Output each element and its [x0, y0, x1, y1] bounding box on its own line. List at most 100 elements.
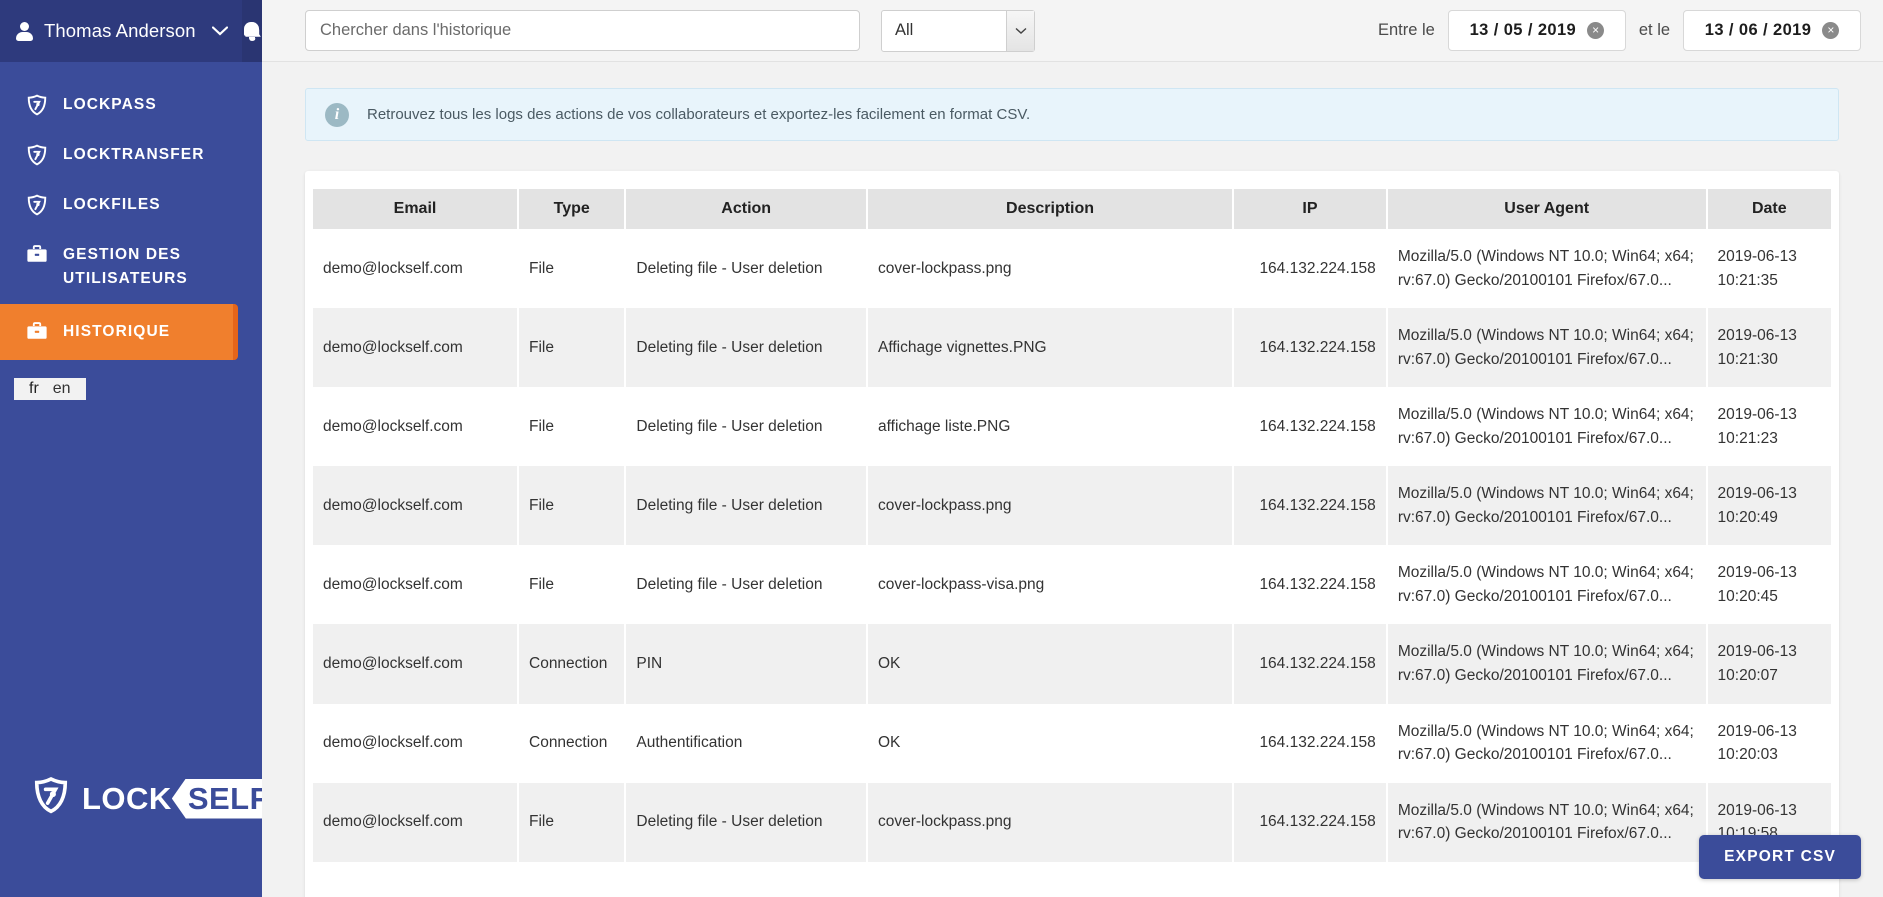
cell-type: File [518, 783, 625, 862]
main-area: All Entre le 13 / 05 / 2019 × et le 13 /… [262, 0, 1883, 897]
cell-email: demo@lockself.com [313, 387, 518, 466]
cell-description: OK [867, 624, 1233, 703]
table-row[interactable]: demo@lockself.comFileDeleting file - Use… [313, 308, 1831, 387]
cell-type: File [518, 545, 625, 624]
cell-type: File [518, 308, 625, 387]
date-to-field[interactable]: 13 / 06 / 2019 × [1683, 10, 1861, 51]
sidebar-item-label: LOCKPASS [63, 93, 157, 117]
type-filter-value: All [882, 21, 1006, 40]
cell-type: File [518, 466, 625, 545]
cell-action: Deleting file - User deletion [625, 229, 867, 308]
cell-date: 2019-06-13 10:20:03 [1707, 704, 1832, 783]
briefcase-icon [26, 244, 48, 264]
lockself-logo: LOCK SELF [32, 776, 278, 821]
table-row[interactable]: demo@lockself.comFileDeleting file - Use… [313, 783, 1831, 862]
cell-action: Deleting file - User deletion [625, 545, 867, 624]
cell-user-agent: Mozilla/5.0 (Windows NT 10.0; Win64; x64… [1387, 704, 1707, 783]
cell-email: demo@lockself.com [313, 229, 518, 308]
notifications-button[interactable] [242, 0, 262, 62]
cell-description: OK [867, 704, 1233, 783]
table-row[interactable]: demo@lockself.comFileDeleting file - Use… [313, 229, 1831, 308]
cell-type: Connection [518, 624, 625, 703]
info-banner: i Retrouvez tous les logs des actions de… [305, 88, 1839, 141]
sidebar-item-lockfiles[interactable]: LOCKFILES [0, 180, 262, 230]
column-header-user-agent[interactable]: User Agent [1387, 189, 1707, 229]
cell-ip: 164.132.224.158 [1233, 387, 1387, 466]
chevron-down-icon[interactable] [212, 25, 228, 38]
user-menu[interactable]: Thomas Anderson [0, 0, 242, 62]
export-csv-button[interactable]: EXPORT CSV [1699, 835, 1861, 879]
column-header-email[interactable]: Email [313, 189, 518, 229]
sidebar-item-locktransfer[interactable]: LOCKTRANSFER [0, 130, 262, 180]
sidebar-item-historique[interactable]: HISTORIQUE [0, 304, 238, 360]
cell-description: cover-lockpass-visa.png [867, 545, 1233, 624]
sidebar-item-gestion-des-utilisateurs[interactable]: GESTION DES UTILISATEURS [0, 230, 262, 304]
cell-action: Deleting file - User deletion [625, 308, 867, 387]
type-filter-select[interactable]: All [881, 10, 1035, 52]
shield-icon [26, 94, 48, 116]
cell-ip: 164.132.224.158 [1233, 624, 1387, 703]
clear-date-from-icon[interactable]: × [1587, 22, 1604, 39]
date-from-value: 13 / 05 / 2019 [1470, 21, 1577, 40]
date-from-field[interactable]: 13 / 05 / 2019 × [1448, 10, 1626, 51]
sidebar-item-lockpass[interactable]: LOCKPASS [0, 80, 262, 130]
sidebar: Thomas Anderson [0, 0, 262, 897]
cell-user-agent: Mozilla/5.0 (Windows NT 10.0; Win64; x64… [1387, 229, 1707, 308]
lang-fr[interactable]: fr [22, 380, 46, 398]
cell-date: 2019-06-13 10:20:45 [1707, 545, 1832, 624]
cell-email: demo@lockself.com [313, 466, 518, 545]
logo-self-text: SELF [188, 781, 269, 816]
cell-user-agent: Mozilla/5.0 (Windows NT 10.0; Win64; x64… [1387, 466, 1707, 545]
cell-user-agent: Mozilla/5.0 (Windows NT 10.0; Win64; x64… [1387, 387, 1707, 466]
cell-action: Deleting file - User deletion [625, 387, 867, 466]
table-row[interactable]: demo@lockself.comFileDeleting file - Use… [313, 545, 1831, 624]
info-banner-text: Retrouvez tous les logs des actions de v… [367, 106, 1030, 123]
sidebar-nav: LOCKPASS LOCKTRANSFER [0, 62, 262, 360]
column-header-action[interactable]: Action [625, 189, 867, 229]
cell-type: Connection [518, 704, 625, 783]
user-avatar-icon [14, 21, 34, 41]
sidebar-item-label: HISTORIQUE [63, 320, 170, 344]
chevron-down-icon[interactable] [1006, 11, 1034, 51]
search-input[interactable] [305, 10, 860, 51]
column-header-ip[interactable]: IP [1233, 189, 1387, 229]
cell-description: cover-lockpass.png [867, 783, 1233, 862]
toolbar: All Entre le 13 / 05 / 2019 × et le 13 /… [262, 0, 1883, 62]
briefcase-icon [26, 321, 48, 341]
cell-ip: 164.132.224.158 [1233, 783, 1387, 862]
bell-icon [243, 21, 260, 41]
cell-email: demo@lockself.com [313, 704, 518, 783]
shield-logo-icon [32, 776, 70, 821]
clear-date-to-icon[interactable]: × [1822, 22, 1839, 39]
shield-icon [26, 194, 48, 216]
column-header-date[interactable]: Date [1707, 189, 1832, 229]
table-row[interactable]: demo@lockself.comFileDeleting file - Use… [313, 387, 1831, 466]
cell-email: demo@lockself.com [313, 624, 518, 703]
cell-action: Deleting file - User deletion [625, 783, 867, 862]
sidebar-item-label: GESTION DES UTILISATEURS [63, 243, 244, 291]
cell-ip: 164.132.224.158 [1233, 308, 1387, 387]
table-row[interactable]: demo@lockself.comConnectionAuthentificat… [313, 704, 1831, 783]
sidebar-item-label: LOCKTRANSFER [63, 143, 205, 167]
cell-description: cover-lockpass.png [867, 466, 1233, 545]
info-icon: i [325, 103, 349, 127]
table-row[interactable]: demo@lockself.comFileDeleting file - Use… [313, 466, 1831, 545]
table-row[interactable]: demo@lockself.comConnectionPINOK164.132.… [313, 624, 1831, 703]
table-head: Email Type Action Description IP User Ag… [313, 189, 1831, 229]
shield-icon [26, 144, 48, 166]
cell-date: 2019-06-13 10:21:30 [1707, 308, 1832, 387]
lang-en[interactable]: en [46, 380, 78, 398]
cell-user-agent: Mozilla/5.0 (Windows NT 10.0; Win64; x64… [1387, 545, 1707, 624]
cell-action: Authentification [625, 704, 867, 783]
date-from-label: Entre le [1378, 21, 1435, 40]
column-header-type[interactable]: Type [518, 189, 625, 229]
cell-user-agent: Mozilla/5.0 (Windows NT 10.0; Win64; x64… [1387, 624, 1707, 703]
cell-ip: 164.132.224.158 [1233, 466, 1387, 545]
history-table-card: Email Type Action Description IP User Ag… [305, 171, 1839, 897]
cell-date: 2019-06-13 10:21:35 [1707, 229, 1832, 308]
column-header-description[interactable]: Description [867, 189, 1233, 229]
app-root: Thomas Anderson [0, 0, 1883, 897]
cell-user-agent: Mozilla/5.0 (Windows NT 10.0; Win64; x64… [1387, 308, 1707, 387]
cell-description: Affichage vignettes.PNG [867, 308, 1233, 387]
content-area: i Retrouvez tous les logs des actions de… [262, 62, 1883, 897]
